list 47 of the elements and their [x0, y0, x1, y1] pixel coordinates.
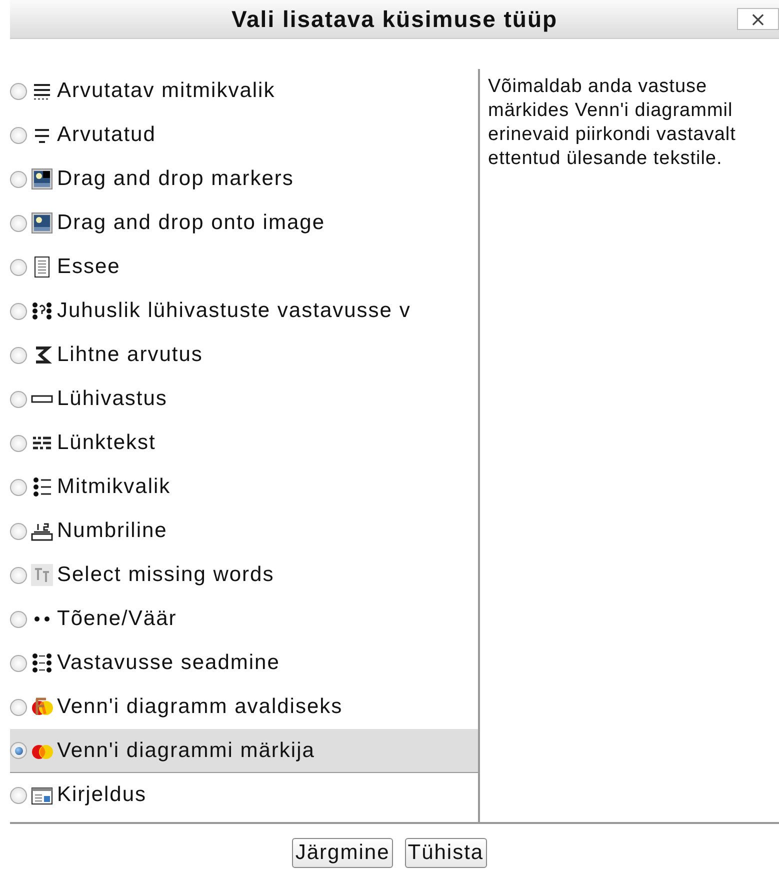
- radio-button[interactable]: [10, 654, 27, 672]
- radio-button[interactable]: [10, 346, 27, 364]
- picture-marker-icon: [31, 168, 53, 190]
- question-type-label[interactable]: Kirjeldus: [57, 783, 147, 807]
- radio-button[interactable]: [10, 82, 27, 100]
- radio-button[interactable]: [10, 258, 27, 276]
- picture-icon: [31, 212, 53, 234]
- dialog-title: Vali lisatava küsimuse tüüp: [231, 6, 558, 32]
- question-type-label[interactable]: Drag and drop onto image: [57, 211, 325, 235]
- question-type-label[interactable]: Essee: [57, 255, 120, 279]
- venn-icon: [31, 696, 53, 718]
- radio-button[interactable]: [10, 170, 27, 188]
- matching-dots-icon: [31, 652, 53, 674]
- word-blocks-icon: [31, 564, 53, 586]
- radio-button[interactable]: [10, 126, 27, 144]
- radio-button[interactable]: [10, 522, 27, 540]
- question-type-label[interactable]: Vastavusse seadmine: [57, 651, 280, 675]
- question-type-label[interactable]: Venn'i diagramm avaldiseks: [57, 695, 343, 719]
- dots-question-icon: [31, 300, 53, 322]
- bullet-list-icon: [31, 476, 53, 498]
- radio-button[interactable]: [10, 742, 27, 759]
- radio-button[interactable]: [10, 434, 27, 452]
- radio-button[interactable]: [10, 610, 27, 628]
- next-button[interactable]: Järgmine: [292, 838, 393, 868]
- question-type-label[interactable]: Lünktekst: [57, 431, 156, 455]
- question-type-label[interactable]: Numbriline: [57, 519, 168, 543]
- question-type-label[interactable]: Select missing words: [57, 563, 274, 587]
- radio-button[interactable]: [10, 302, 27, 320]
- question-type-label[interactable]: Lühivastus: [57, 387, 168, 411]
- cancel-button[interactable]: Tühista: [404, 838, 487, 868]
- radio-button[interactable]: [10, 566, 27, 584]
- radio-button[interactable]: [10, 698, 27, 716]
- question-type-label[interactable]: Arvutatud: [57, 123, 156, 147]
- question-type-label[interactable]: Mitmikvalik: [57, 475, 171, 499]
- question-type-label[interactable]: Juhuslik lühivastuste vastavusse v: [57, 299, 411, 323]
- radio-button[interactable]: [10, 478, 27, 496]
- dots-icon: [34, 616, 50, 622]
- question-type-label[interactable]: Tõene/Väär: [57, 607, 177, 631]
- question-type-label[interactable]: Arvutatav mitmikvalik: [57, 79, 276, 103]
- radio-button[interactable]: [10, 786, 27, 804]
- question-type-label[interactable]: Lihtne arvutus: [57, 343, 203, 367]
- close-button[interactable]: ×: [737, 8, 779, 30]
- radio-button[interactable]: [10, 390, 27, 408]
- question-type-label[interactable]: Venn'i diagrammi märkija: [57, 738, 315, 762]
- description-text: Võimaldab anda vastuse märkides Venn'i diagrammil erinevaid piirkondi vastavalt ettentud ülesande tekstile.: [487, 75, 737, 171]
- radio-button[interactable]: [10, 214, 27, 232]
- question-type-label[interactable]: Drag and drop markers: [57, 167, 294, 191]
